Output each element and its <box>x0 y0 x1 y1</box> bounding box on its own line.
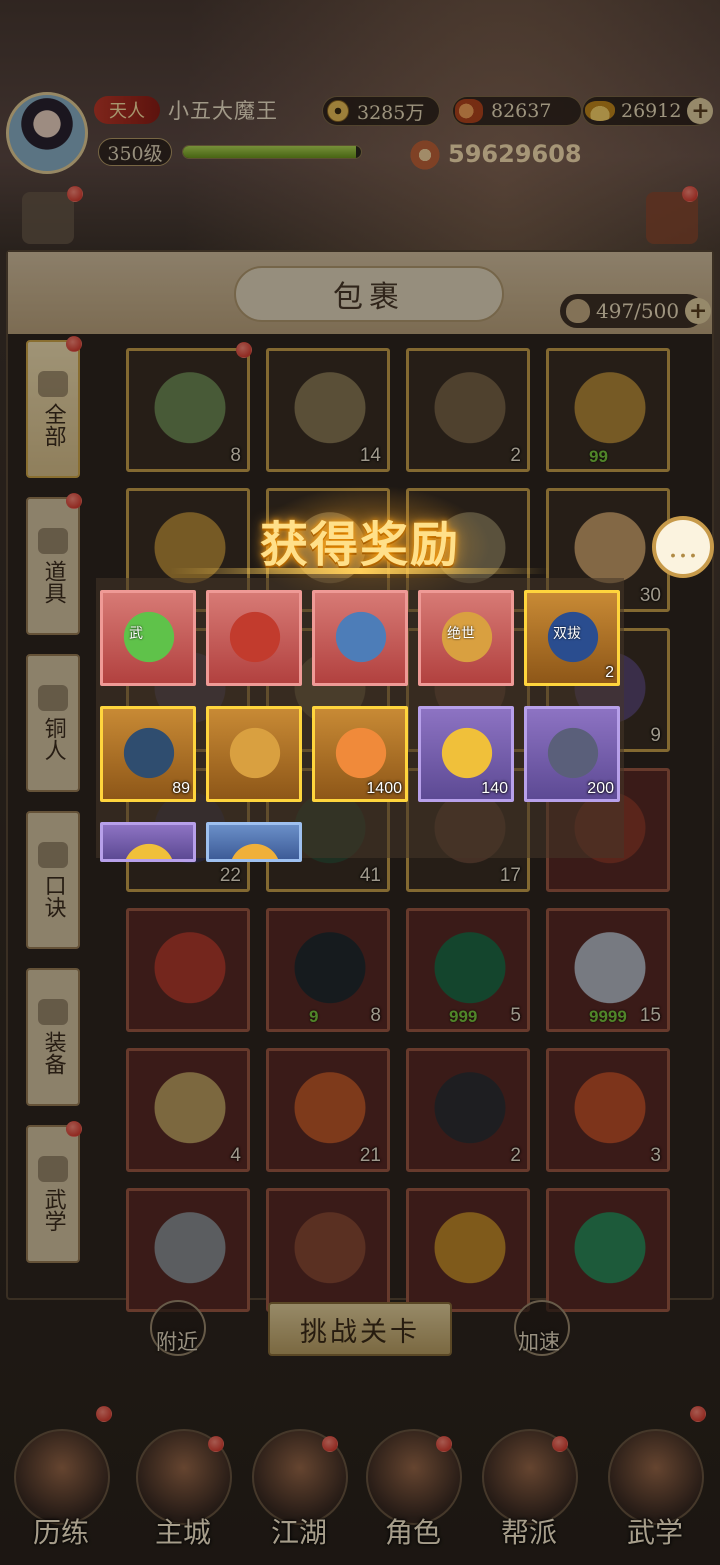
reward-icon <box>223 837 287 859</box>
reward-icon <box>329 721 393 785</box>
reward-title: 获得奖励 <box>259 517 460 573</box>
reward-item[interactable]: 89 <box>100 706 196 802</box>
reward-icon <box>541 721 605 785</box>
reward-icon <box>223 721 287 785</box>
reward-item[interactable]: 1400 <box>312 706 408 802</box>
reward-icon <box>117 605 181 669</box>
reward-item[interactable]: 200 <box>524 706 620 802</box>
reward-tag: 双拔 <box>553 626 581 642</box>
reward-count: 2 <box>605 664 614 681</box>
reward-item[interactable]: 双拔 2 <box>524 590 620 686</box>
reward-icon <box>435 721 499 785</box>
reward-item[interactable]: 绝世 <box>418 590 514 686</box>
reward-item[interactable]: 140 <box>418 706 514 802</box>
reward-icon <box>117 721 181 785</box>
reward-count: 200 <box>587 780 614 797</box>
reward-icon <box>329 605 393 669</box>
reward-item[interactable] <box>206 822 302 862</box>
reward-title-divider <box>170 568 550 574</box>
reward-item[interactable] <box>206 706 302 802</box>
reward-icon <box>223 605 287 669</box>
reward-count: 1400 <box>366 780 402 797</box>
reward-item[interactable]: 武 <box>100 590 196 686</box>
reward-item[interactable] <box>312 590 408 686</box>
reward-count: 89 <box>172 780 190 797</box>
reward-tag: 武 <box>129 626 143 642</box>
reward-item[interactable] <box>100 822 196 862</box>
reward-count: 140 <box>481 780 508 797</box>
reward-item[interactable] <box>206 590 302 686</box>
chat-bubble-icon[interactable]: … <box>652 516 714 578</box>
reward-tag: 绝世 <box>447 626 475 642</box>
reward-icon <box>117 837 181 859</box>
